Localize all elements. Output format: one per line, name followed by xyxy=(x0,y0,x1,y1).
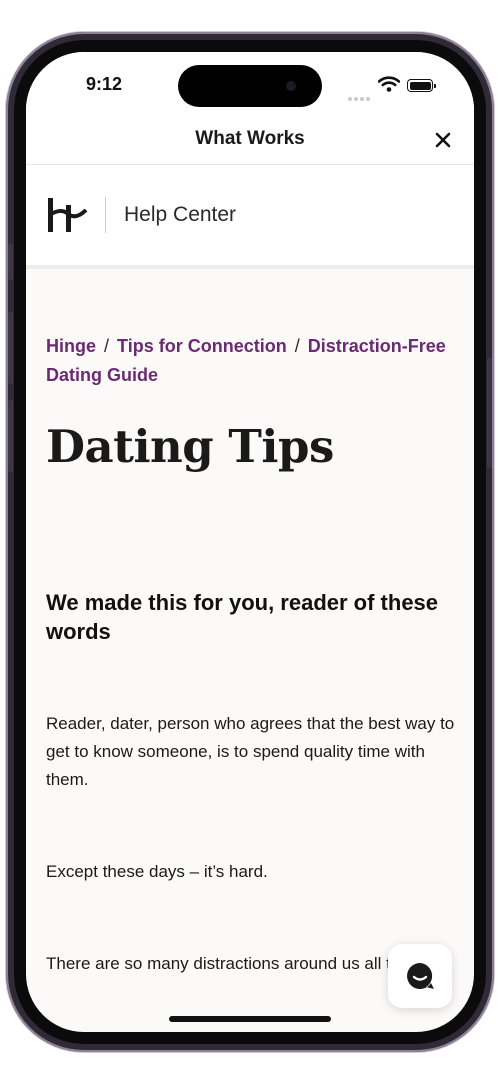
navigation-bar: What Works xyxy=(26,116,474,165)
article-subheading: We made this for you, reader of these wo… xyxy=(46,590,439,644)
dynamic-island xyxy=(178,65,322,107)
page-title: Dating Tips xyxy=(46,420,334,473)
volume-down-button xyxy=(8,400,13,472)
breadcrumb: Hinge / Tips for Connection / Distraction-Fr… xyxy=(46,332,454,390)
wifi-icon xyxy=(378,76,400,92)
breadcrumb-separator: / xyxy=(104,336,110,356)
nav-title: What Works xyxy=(195,128,305,149)
volume-up-button xyxy=(8,312,13,384)
article-paragraph: Except these days – it’s hard. xyxy=(46,862,268,881)
help-center-title[interactable]: Help Center xyxy=(124,203,236,227)
home-indicator[interactable] xyxy=(169,1016,331,1022)
chat-button[interactable] xyxy=(388,944,452,1008)
side-button xyxy=(487,358,492,468)
screen: 9:12 What Works Help Center Hinge / Tips f… xyxy=(26,52,474,1032)
status-time: 9:12 xyxy=(86,74,123,94)
hinge-logo-icon[interactable] xyxy=(46,197,88,233)
chat-bubble-icon xyxy=(407,963,434,989)
breadcrumb-separator: / xyxy=(294,336,300,356)
close-icon[interactable] xyxy=(433,130,453,150)
action-button xyxy=(8,244,13,280)
breadcrumb-link-tips-for-connection[interactable]: Tips for Connection xyxy=(117,336,287,356)
article-paragraph: Reader, dater, person who agrees that th… xyxy=(46,714,455,789)
header-divider xyxy=(105,197,106,233)
cellular-signal-icon xyxy=(348,88,372,106)
battery-icon xyxy=(407,79,436,92)
help-center-header: Help Center xyxy=(26,165,474,269)
breadcrumb-link-hinge[interactable]: Hinge xyxy=(46,336,96,356)
